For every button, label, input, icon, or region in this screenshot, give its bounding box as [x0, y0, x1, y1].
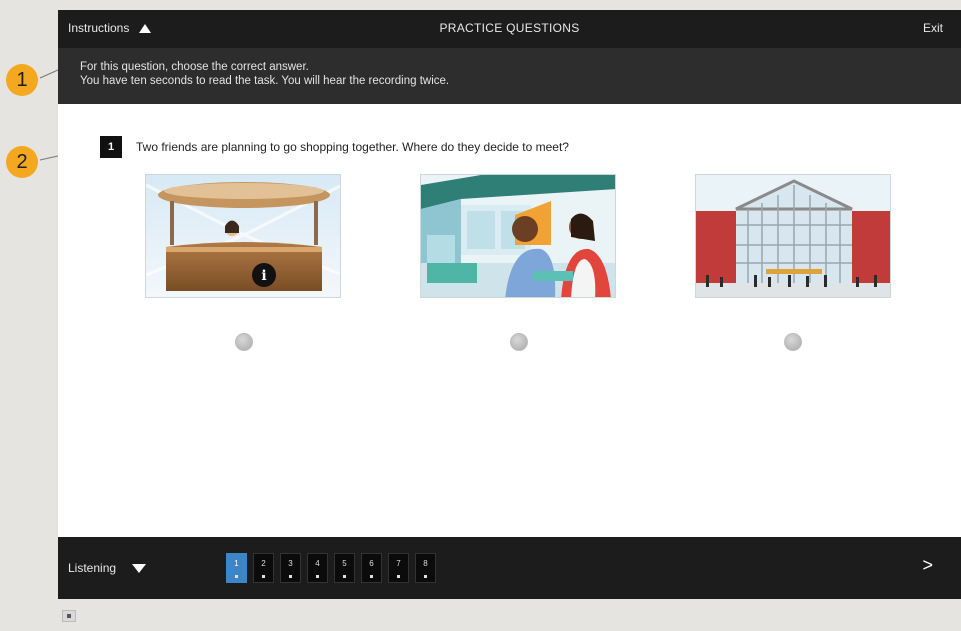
callout-number: 1: [16, 68, 28, 91]
exit-button[interactable]: Exit: [923, 21, 943, 35]
question-nav-button-7[interactable]: 7: [388, 553, 409, 583]
question-number-badge: 1: [100, 136, 122, 158]
next-button[interactable]: >: [922, 555, 933, 576]
page-title: PRACTICE QUESTIONS: [439, 21, 580, 35]
answer-radio-2[interactable]: [510, 333, 528, 351]
question-header: 1 Two friends are planning to go shoppin…: [100, 136, 569, 158]
question-nav-button-2[interactable]: 2: [253, 553, 274, 583]
option-image-cafe[interactable]: [420, 174, 616, 298]
top-bar: Instructions PRACTICE QUESTIONS Exit: [58, 10, 961, 48]
question-nav-button-8[interactable]: 8: [415, 553, 436, 583]
question-text: Two friends are planning to go shopping …: [136, 140, 569, 154]
instructions-line-2: You have ten seconds to read the task. Y…: [80, 75, 450, 87]
audio-control-icon[interactable]: [62, 610, 76, 622]
callout-number: 2: [16, 150, 28, 173]
question-nav-button-6[interactable]: 6: [361, 553, 382, 583]
question-nav-button-4[interactable]: 4: [307, 553, 328, 583]
question-nav-button-5[interactable]: 5: [334, 553, 355, 583]
option-image-information-desk[interactable]: i: [145, 174, 341, 298]
chevron-down-icon: [132, 563, 147, 573]
bottom-bar: Listening 1 2 3 4 5 6 7 8 >: [58, 537, 961, 599]
callout-badge-2: 2: [6, 146, 38, 178]
answer-radio-3[interactable]: [784, 333, 802, 351]
section-selector[interactable]: Listening: [68, 561, 147, 575]
question-nav-button-3[interactable]: 3: [280, 553, 301, 583]
callout-badge-1: 1: [6, 64, 38, 96]
instructions-line-1: For this question, choose the correct an…: [80, 61, 309, 73]
information-desk-illustration: i: [146, 175, 340, 297]
cafe-friends-illustration: [421, 175, 615, 297]
instructions-panel: For this question, choose the correct an…: [58, 48, 961, 104]
answer-radio-1[interactable]: [235, 333, 253, 351]
option-image-shopping-mall[interactable]: [695, 174, 891, 298]
svg-text:i: i: [261, 268, 266, 284]
shopping-mall-illustration: [696, 175, 890, 297]
test-window: Instructions PRACTICE QUESTIONS Exit For…: [58, 10, 961, 599]
question-nav-button-1[interactable]: 1: [226, 553, 247, 583]
question-navigator: 1 2 3 4 5 6 7 8: [226, 553, 436, 583]
section-label: Listening: [68, 561, 117, 575]
